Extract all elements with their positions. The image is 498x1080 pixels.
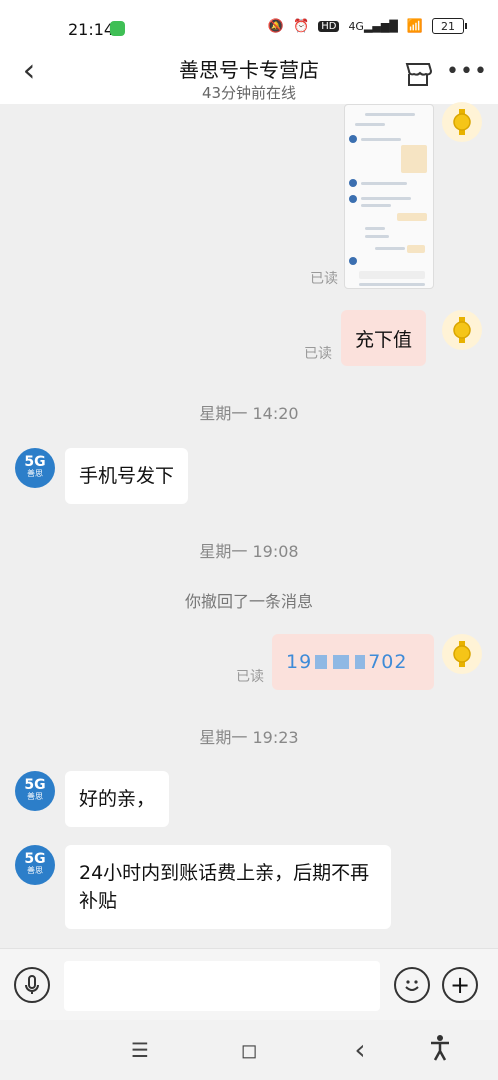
my-message-bubble[interactable]: 19 702: [272, 634, 434, 690]
status-time: 21:14: [68, 20, 115, 39]
home-icon[interactable]: ◻: [229, 1034, 269, 1066]
shop-avatar-sub: 善思: [27, 469, 43, 478]
hd-icon: HD: [318, 20, 340, 32]
thumb-line: [365, 227, 385, 230]
battery-level: 21: [441, 19, 455, 33]
my-avatar[interactable]: [442, 102, 482, 142]
phone-number-suffix: 702: [368, 651, 408, 673]
thumb-line: [361, 182, 407, 185]
thumb-line: [375, 247, 405, 250]
mute-icon: 🔕: [267, 18, 285, 34]
shop-avatar[interactable]: 5G 善思: [15, 845, 55, 885]
timestamp: 星期一 14:20: [199, 404, 299, 423]
thumb-line: [365, 235, 389, 238]
redacted-block: [315, 655, 328, 669]
shop-avatar-badge: 5G: [24, 777, 46, 793]
read-label: 已读: [236, 669, 264, 685]
timestamp: 星期一 19:08: [199, 542, 299, 561]
chat-header: ‹ 善思号卡专营店 43分钟前在线 •••: [0, 44, 498, 104]
voice-input-button[interactable]: [14, 967, 50, 1003]
shop-avatar-badge: 5G: [24, 851, 46, 867]
wifi-icon: 📶: [406, 18, 423, 34]
message-input[interactable]: [64, 961, 380, 1011]
thumb-avatar: [349, 135, 357, 143]
menu-icon[interactable]: ☰: [120, 1034, 160, 1066]
thumb-line: [361, 138, 401, 141]
redacted-block: [355, 655, 366, 669]
smile-icon: [405, 980, 419, 991]
system-nav-bar: ☰ ◻ ‹: [0, 1020, 498, 1080]
more-actions-button[interactable]: +: [442, 967, 478, 1003]
shop-avatar[interactable]: 5G 善思: [15, 771, 55, 811]
recall-notice: 你撤回了一条消息: [184, 592, 313, 611]
image-message[interactable]: [344, 104, 434, 289]
more-options-button[interactable]: •••: [446, 58, 487, 88]
redacted-block: [333, 655, 350, 669]
timestamp: 星期一 19:23: [199, 728, 299, 747]
thumb-bubble: [407, 245, 425, 253]
thumb-line: [355, 123, 385, 126]
back-nav-icon[interactable]: ‹: [340, 1034, 380, 1066]
phone-number-prefix: 19: [286, 651, 313, 673]
app-notification-icon: [110, 21, 125, 36]
emoji-button[interactable]: [394, 967, 430, 1003]
thumb-avatar: [349, 179, 357, 187]
message-input-bar: +: [0, 948, 498, 1020]
signal-icon: 4G▂▄▆█: [348, 19, 398, 33]
shop-avatar[interactable]: 5G 善思: [15, 448, 55, 488]
thumb-line: [359, 283, 425, 286]
my-avatar[interactable]: [442, 634, 482, 674]
read-label: 已读: [304, 346, 332, 362]
microphone-icon: [25, 975, 39, 994]
shop-message-bubble[interactable]: 手机号发下: [65, 448, 189, 504]
accessibility-icon[interactable]: [420, 1034, 460, 1066]
alarm-icon: ⏰: [293, 18, 310, 34]
thumb-input: [359, 271, 425, 279]
network-type: 4G: [348, 19, 364, 33]
my-message-bubble[interactable]: 充下值: [341, 310, 427, 366]
read-label: 已读: [310, 271, 338, 287]
shop-message-bubble[interactable]: 好的亲，: [65, 771, 170, 827]
thumb-bubble: [397, 213, 427, 221]
store-icon[interactable]: [404, 60, 433, 88]
shop-avatar-sub: 善思: [27, 866, 43, 875]
status-icons: 🔕 ⏰ HD 4G▂▄▆█ 📶 21: [267, 18, 467, 34]
shop-avatar-sub: 善思: [27, 792, 43, 801]
thumb-line: [361, 197, 411, 200]
thumb-line: [365, 113, 415, 116]
thumb-avatar: [349, 257, 357, 265]
my-avatar[interactable]: [442, 310, 482, 350]
thumb-avatar: [349, 195, 357, 203]
thumb-line: [361, 204, 391, 207]
shop-message-bubble[interactable]: 24小时内到账话费上亲，后期不再补贴: [65, 845, 391, 929]
thumb-bubble: [401, 145, 427, 173]
shop-avatar-badge: 5G: [24, 454, 46, 470]
battery-icon: 21: [432, 18, 467, 34]
